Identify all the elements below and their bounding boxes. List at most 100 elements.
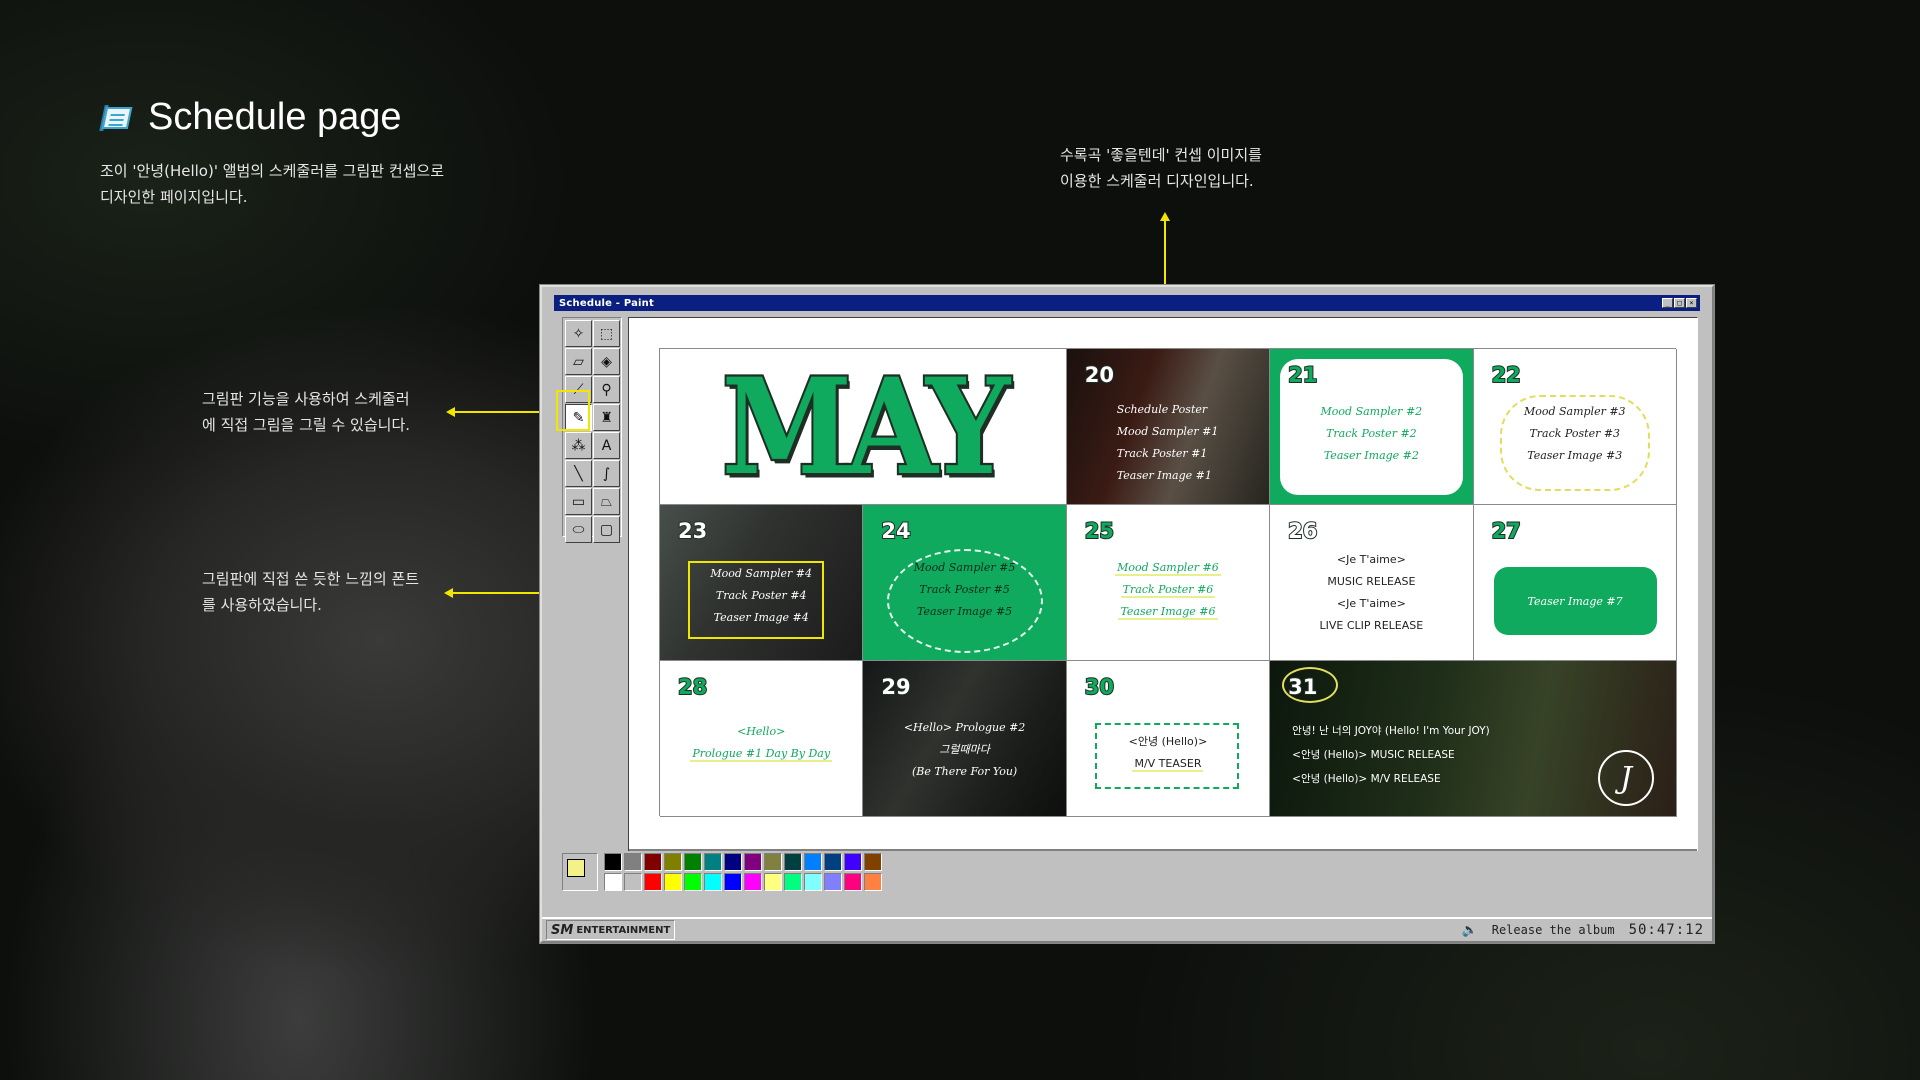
- color-swatch[interactable]: [744, 853, 762, 871]
- color-swatch[interactable]: [844, 873, 862, 891]
- color-swatch[interactable]: [604, 873, 622, 891]
- window-controls: _ □ ×: [1662, 298, 1697, 308]
- text-tool-icon[interactable]: A: [593, 432, 620, 459]
- description-line-1: 조이 '안녕(Hello)' 앨범의 스케줄러를 그림판 컨셉으로: [100, 162, 445, 180]
- color-swatch[interactable]: [684, 853, 702, 871]
- description-line-2: 디자인한 페이지입니다.: [100, 188, 248, 206]
- day-cell-27[interactable]: 27 Teaser Image #7: [1473, 505, 1677, 661]
- line-tool-icon[interactable]: ╲: [565, 460, 592, 487]
- speaker-icon[interactable]: 🔈: [1462, 923, 1478, 938]
- day-number: 30: [1084, 674, 1115, 700]
- minimize-button[interactable]: _: [1662, 298, 1673, 308]
- free-select-tool-icon[interactable]: ✧: [565, 320, 592, 347]
- schedule-item: 그럴때마다: [939, 743, 990, 756]
- color-swatch[interactable]: [724, 873, 742, 891]
- fill-tool-icon[interactable]: ◈: [593, 348, 620, 375]
- color-swatch[interactable]: [624, 873, 642, 891]
- color-swatch[interactable]: [664, 853, 682, 871]
- day-number: 29: [880, 674, 911, 700]
- day-schedule: <안녕 (Hello)> M/V TEASER: [1067, 731, 1269, 775]
- brush-tool-icon[interactable]: ♜: [593, 404, 620, 431]
- status-text: Release the album: [1491, 923, 1615, 937]
- day-cell-30[interactable]: 30 <안녕 (Hello)> M/V TEASER: [1066, 661, 1271, 817]
- color-swatch[interactable]: [824, 853, 842, 871]
- day-cell-21[interactable]: 21 Mood Sampler #2 Track Poster #2 Tease…: [1270, 349, 1474, 505]
- day-number: 26: [1287, 518, 1318, 544]
- schedule-item: Mood Sampler #6: [1115, 561, 1221, 576]
- color-swatch[interactable]: [804, 853, 822, 871]
- page-title: Schedule page: [99, 96, 402, 139]
- day-cell-23[interactable]: 23 Mood Sampler #4 Track Poster #4 Tease…: [660, 505, 864, 661]
- schedule-item: Mood Sampler #3: [1523, 405, 1626, 418]
- color-swatch[interactable]: [644, 873, 662, 891]
- color-swatch[interactable]: [604, 853, 622, 871]
- rectangle-tool-icon[interactable]: ▭: [565, 488, 592, 515]
- day-schedule: Mood Sampler #2 Track Poster #2 Teaser I…: [1270, 401, 1472, 467]
- color-swatch[interactable]: [764, 873, 782, 891]
- magnifier-tool-icon[interactable]: ⚲: [593, 376, 620, 403]
- day-cell-26[interactable]: 26 <Je T'aime> MUSIC RELEASE <Je T'aime>…: [1270, 505, 1474, 661]
- day-cell-24[interactable]: 24 Mood Sampler #5 Track Poster #5 Tease…: [863, 505, 1067, 661]
- day-number: 24: [880, 518, 911, 544]
- sm-entertainment-logo[interactable]: SM ENTERTAINMENT: [546, 920, 676, 940]
- polygon-tool-icon[interactable]: ⏢: [593, 488, 620, 515]
- color-swatch[interactable]: [864, 873, 882, 891]
- day-cell-29[interactable]: 29 <Hello> Prologue #2 그럴때마다 (Be There F…: [863, 661, 1067, 817]
- color-swatch[interactable]: [704, 853, 722, 871]
- maximize-button[interactable]: □: [1674, 298, 1685, 308]
- annotation-concept: 수록곡 '좋을텐데' 컨셉 이미지를 이용한 스케줄러 디자인입니다.: [1060, 142, 1262, 194]
- color-swatch[interactable]: [744, 873, 762, 891]
- color-swatch[interactable]: [644, 853, 662, 871]
- joy-logo-icon: J: [1597, 750, 1654, 806]
- clock: 50:47:12: [1628, 922, 1704, 938]
- day-schedule: Mood Sampler #5 Track Poster #5 Teaser I…: [863, 557, 1065, 623]
- ellipse-tool-icon[interactable]: ⬭: [565, 516, 592, 543]
- close-button[interactable]: ×: [1686, 298, 1697, 308]
- taskbar: SM ENTERTAINMENT 🔈 Release the album 50:…: [542, 917, 1712, 941]
- rect-select-tool-icon[interactable]: ⬚: [593, 320, 620, 347]
- day-cell-28[interactable]: 28 <Hello> Prologue #1 Day By Day: [660, 661, 864, 817]
- sm-logo-mark: SM: [551, 922, 574, 938]
- day-schedule: Schedule Poster Mood Sampler #1 Track Po…: [1067, 399, 1269, 487]
- color-swatch[interactable]: [724, 853, 742, 871]
- color-palette: [562, 851, 1700, 899]
- color-swatch[interactable]: [824, 873, 842, 891]
- day-cell-25[interactable]: 25 Mood Sampler #6 Track Poster #6 Tease…: [1066, 505, 1271, 661]
- curve-tool-icon[interactable]: ∫: [593, 460, 620, 487]
- color-swatch[interactable]: [624, 853, 642, 871]
- paint-window: Schedule - Paint _ □ × ✧ ⬚ ▱ ◈ ⟋ ⚲ ✎ ♜ ⁂…: [540, 285, 1714, 943]
- annotation-tools: 그림판 기능을 사용하여 스케줄러 에 직접 그림을 그릴 수 있습니다.: [202, 386, 410, 438]
- color-swatch[interactable]: [864, 853, 882, 871]
- schedule-item: Teaser Image #1: [1116, 469, 1212, 482]
- drawing-canvas[interactable]: MAY 20 Schedule Poster Mood Sampler #1 T…: [629, 318, 1697, 849]
- schedule-item: Schedule Poster: [1116, 403, 1208, 416]
- schedule-item: Mood Sampler #1: [1116, 425, 1219, 438]
- day-cell-20[interactable]: 20 Schedule Poster Mood Sampler #1 Track…: [1066, 349, 1271, 505]
- color-swatch[interactable]: [704, 873, 722, 891]
- color-swatch[interactable]: [764, 853, 782, 871]
- color-swatch[interactable]: [784, 873, 802, 891]
- annotation-font-line-2: 를 사용하였습니다.: [202, 596, 322, 614]
- airbrush-tool-icon[interactable]: ⁂: [565, 432, 592, 459]
- system-tray: 🔈 Release the album 50:47:12: [1462, 922, 1704, 938]
- annotation-concept-line-1: 수록곡 '좋을텐데' 컨셉 이미지를: [1060, 146, 1262, 164]
- annotation-font-line-1: 그림판에 직접 쓴 듯한 느낌의 폰트: [202, 570, 420, 588]
- day-cell-22[interactable]: 22 Mood Sampler #3 Track Poster #3 Tease…: [1473, 349, 1677, 505]
- calendar-grid: MAY 20 Schedule Poster Mood Sampler #1 T…: [659, 348, 1677, 817]
- rounded-rect-tool-icon[interactable]: ▢: [593, 516, 620, 543]
- color-swatch[interactable]: [664, 873, 682, 891]
- color-swatch[interactable]: [784, 853, 802, 871]
- schedule-item: MUSIC RELEASE: [1327, 575, 1416, 588]
- schedule-item: (Be There For You): [911, 765, 1018, 778]
- schedule-item: <Hello>: [737, 725, 786, 738]
- day-cell-31[interactable]: 31 안녕! 난 너의 JOY야 (Hello! I'm Your JOY) <…: [1270, 661, 1677, 817]
- foreground-color: [567, 859, 585, 877]
- color-swatch[interactable]: [844, 853, 862, 871]
- color-swatch[interactable]: [684, 873, 702, 891]
- day-number: 28: [677, 674, 708, 700]
- window-titlebar[interactable]: Schedule - Paint _ □ ×: [554, 295, 1700, 311]
- eraser-tool-icon[interactable]: ▱: [565, 348, 592, 375]
- color-swatch[interactable]: [804, 873, 822, 891]
- day-number: 31: [1287, 674, 1318, 700]
- schedule-item: LIVE CLIP RELEASE: [1319, 619, 1424, 632]
